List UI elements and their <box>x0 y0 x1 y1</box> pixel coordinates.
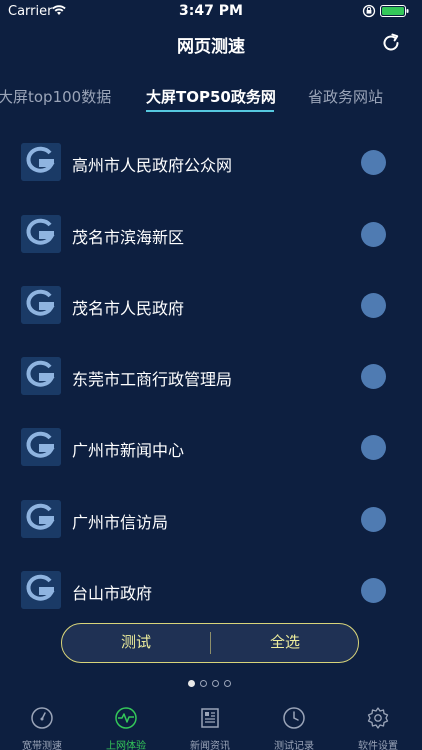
page-dot[interactable] <box>212 680 219 687</box>
refresh-icon[interactable] <box>380 32 402 54</box>
pulse-icon <box>115 707 137 729</box>
site-logo-icon <box>21 428 61 466</box>
status-time: 3:47 PM <box>179 3 243 19</box>
page-indicator <box>188 680 238 690</box>
site-logo-icon <box>21 357 61 395</box>
select-toggle[interactable] <box>361 364 386 389</box>
list-item[interactable]: 茂名市人民政府 <box>0 269 422 341</box>
tabbar-item-label: 上网体验 <box>106 741 146 750</box>
category-tabs: 大屏top100数据 大屏TOP50政务网 省政务网站 <box>0 78 422 114</box>
site-logo-icon <box>21 500 61 538</box>
page-dot[interactable] <box>224 680 231 687</box>
tabbar-item-test-records[interactable]: 测试记录 <box>252 700 336 750</box>
select-toggle[interactable] <box>361 293 386 318</box>
page-dot[interactable] <box>200 680 207 687</box>
page-title: 网页测速 <box>177 37 245 57</box>
list-item-label: 东莞市工商行政管理局 <box>72 370 233 389</box>
list-item[interactable]: 台山市政府 <box>0 554 422 626</box>
tabbar-item-label: 宽带测速 <box>22 741 62 750</box>
tabbar-item-news[interactable]: 新闻资讯 <box>168 700 252 750</box>
tab-top100[interactable]: 大屏top100数据 <box>0 86 111 107</box>
list-item-label: 广州市信访局 <box>72 513 169 532</box>
list-item-label: 台山市政府 <box>72 584 153 603</box>
tabbar-item-label: 测试记录 <box>274 741 314 750</box>
tabbar-item-settings[interactable]: 软件设置 <box>336 700 420 750</box>
list-item-label: 茂名市滨海新区 <box>72 228 185 247</box>
site-logo-icon <box>21 571 61 609</box>
gear-icon <box>367 707 389 729</box>
select-toggle[interactable] <box>361 222 386 247</box>
action-bar: 测试 全选 <box>61 623 359 663</box>
site-logo-icon <box>21 143 61 181</box>
select-toggle[interactable] <box>361 150 386 175</box>
site-logo-icon <box>21 215 61 253</box>
rotation-lock-icon <box>362 4 376 18</box>
active-tab-indicator <box>146 110 274 112</box>
select-all-button[interactable]: 全选 <box>211 624 359 661</box>
newspaper-icon <box>201 708 219 728</box>
select-toggle[interactable] <box>361 507 386 532</box>
list-item-label: 高州市人民政府公众网 <box>72 156 233 175</box>
tabbar-item-label: 新闻资讯 <box>190 741 230 750</box>
bottom-tab-bar: 宽带测速 上网体验 新闻资讯 测试记录 软件设置 <box>0 700 422 750</box>
list-item[interactable]: 东莞市工商行政管理局 <box>0 340 422 412</box>
list-item[interactable]: 广州市新闻中心 <box>0 411 422 483</box>
list-item-label: 广州市新闻中心 <box>72 441 185 460</box>
list-item[interactable]: 广州市信访局 <box>0 483 422 555</box>
site-logo-icon <box>21 286 61 324</box>
tab-provincial-gov[interactable]: 省政务网站 <box>308 86 383 107</box>
status-bar: Carrier 3:47 PM <box>0 0 422 24</box>
select-toggle[interactable] <box>361 435 386 460</box>
test-button[interactable]: 测试 <box>62 624 210 661</box>
battery-icon <box>380 5 409 17</box>
list-item[interactable]: 茂名市滨海新区 <box>0 198 422 270</box>
select-toggle[interactable] <box>361 578 386 603</box>
tab-top50-gov[interactable]: 大屏TOP50政务网 <box>146 86 276 107</box>
list-item[interactable]: 高州市人民政府公众网 <box>0 126 422 198</box>
gauge-icon <box>31 707 53 729</box>
clock-icon <box>283 707 305 729</box>
tabbar-item-label: 软件设置 <box>358 741 398 750</box>
tabbar-item-broadband-speed[interactable]: 宽带测速 <box>0 700 84 750</box>
tabbar-item-web-experience[interactable]: 上网体验 <box>84 700 168 750</box>
screen: Carrier 3:47 PM 网页测速 大屏top100数据 大屏TOP50政… <box>0 0 422 750</box>
page-dot-active[interactable] <box>188 680 195 687</box>
list-item-label: 茂名市人民政府 <box>72 299 185 318</box>
